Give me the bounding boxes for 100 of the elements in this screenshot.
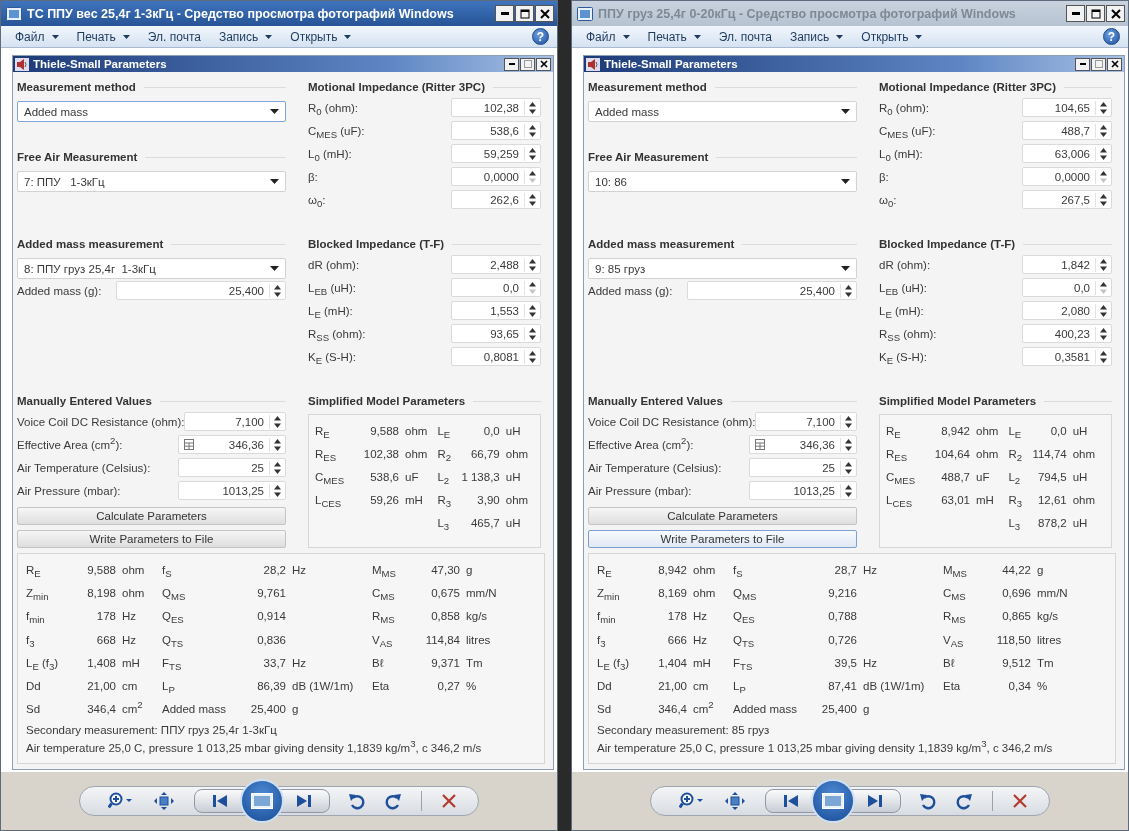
rotate-left-icon[interactable] <box>920 792 937 811</box>
action-button[interactable]: Calculate Parameters <box>588 507 857 525</box>
minimize-button[interactable] <box>1075 57 1090 71</box>
parameter-unit: mH <box>693 656 712 669</box>
field-label: ω$_{0}$: <box>879 192 898 208</box>
spin-field[interactable]: 2,488 <box>451 255 541 274</box>
parameter-unit: ohm <box>976 424 999 437</box>
minimize-button[interactable] <box>495 5 514 22</box>
calculator-icon[interactable] <box>755 439 765 450</box>
dropdown[interactable]: 10: 86 <box>588 171 857 192</box>
zoom-in-icon[interactable] <box>108 792 134 811</box>
parameter-value: 0,726 <box>827 633 857 646</box>
spin-field[interactable]: 2,080 <box>1022 301 1112 320</box>
spin-field[interactable]: 0,0000 <box>451 167 541 186</box>
spin-field[interactable]: 262,6 <box>451 190 541 209</box>
menu-item[interactable]: Эл. почта <box>143 29 205 44</box>
spin-field[interactable]: 1013,25 <box>178 481 286 500</box>
close-button[interactable] <box>536 57 551 71</box>
spin-field[interactable]: 538,6 <box>451 121 541 140</box>
delete-icon[interactable] <box>441 794 456 809</box>
parameter-value: 0,914 <box>256 610 286 623</box>
previous-button[interactable] <box>193 789 246 814</box>
spin-field[interactable]: 488,7 <box>1022 121 1112 140</box>
picture-icon <box>6 6 22 21</box>
dropdown[interactable]: 8: ППУ груз 25,4г 1-3кГц <box>17 258 286 279</box>
close-button[interactable] <box>1106 5 1125 22</box>
spin-field[interactable]: 267,5 <box>1022 190 1112 209</box>
maximize-button[interactable] <box>520 57 535 71</box>
zoom-in-icon[interactable] <box>679 792 705 811</box>
maximize-button[interactable] <box>515 5 534 22</box>
minimize-button[interactable] <box>504 57 519 71</box>
spin-field[interactable]: 25 <box>749 458 857 477</box>
spin-field[interactable]: 25 <box>178 458 286 477</box>
spin-field[interactable]: 0,3581 <box>1022 347 1112 366</box>
spin-field[interactable]: 1013,25 <box>749 481 857 500</box>
spin-field[interactable]: 25,400 <box>116 281 286 300</box>
spin-field[interactable]: 63,006 <box>1022 144 1112 163</box>
maximize-button[interactable] <box>1086 5 1105 22</box>
menu-item[interactable]: Файл <box>582 29 634 44</box>
parameter-unit: litres <box>1037 633 1063 646</box>
field-label: Air Temperature (Celsius): <box>588 460 723 476</box>
action-button[interactable]: Calculate Parameters <box>17 507 286 525</box>
menu-item[interactable]: Эл. почта <box>714 29 776 44</box>
parameter-symbol: L$_{E}$ (f$_{3}$) <box>597 655 631 671</box>
close-button[interactable] <box>535 5 554 22</box>
spin-field[interactable]: 346,36 <box>749 435 857 454</box>
dropdown[interactable]: Added mass <box>17 101 286 122</box>
parameter-unit: Hz <box>693 633 709 646</box>
menu-item[interactable]: Печать <box>643 29 705 44</box>
spin-field[interactable]: 104,65 <box>1022 98 1112 117</box>
spin-field[interactable]: 0,0000 <box>1022 167 1112 186</box>
spin-field[interactable]: 1,553 <box>451 301 541 320</box>
fit-window-icon[interactable] <box>724 792 745 811</box>
spin-field[interactable]: 346,36 <box>178 435 286 454</box>
calculator-icon[interactable] <box>184 439 194 450</box>
parameter-value: 878,2 <box>1036 516 1067 529</box>
menu-item[interactable]: Запись <box>214 29 277 44</box>
dropdown[interactable]: 7: ППУ 1-3кГц <box>17 171 286 192</box>
spin-field[interactable]: 102,38 <box>451 98 541 117</box>
action-button[interactable]: Write Parameters to File <box>17 530 286 548</box>
menu-item[interactable]: Запись <box>785 29 848 44</box>
picture-icon <box>577 6 593 21</box>
rotate-right-icon[interactable] <box>385 792 402 811</box>
parameter-unit: litres <box>466 633 492 646</box>
spin-field[interactable]: 7,100 <box>755 412 857 431</box>
maximize-button[interactable] <box>1091 57 1106 71</box>
parameter-symbol: R$_{MS}$ <box>372 609 396 625</box>
action-button[interactable]: Write Parameters to File <box>588 530 857 548</box>
parameter-unit: uH <box>1072 424 1089 437</box>
menu-item[interactable]: Печать <box>72 29 134 44</box>
parameter-symbol: Added mass <box>162 702 226 718</box>
rotate-left-icon[interactable] <box>349 792 366 811</box>
rotate-right-icon[interactable] <box>956 792 973 811</box>
spin-field[interactable]: 0,0 <box>1022 278 1112 297</box>
spin-field[interactable]: 7,100 <box>184 412 286 431</box>
parameter-symbol: L$_{P}$ <box>162 679 176 695</box>
menu-item[interactable]: Открыть <box>857 29 927 44</box>
parameter-symbol: R$_{E}$ <box>886 423 902 439</box>
section-heading: Free Air Measurement <box>17 151 138 163</box>
fit-window-icon[interactable] <box>153 792 174 811</box>
spin-field[interactable]: 59,259 <box>451 144 541 163</box>
parameter-unit: uH <box>505 516 522 529</box>
help-button[interactable]: ? <box>532 28 549 45</box>
delete-icon[interactable] <box>1012 794 1027 809</box>
previous-button[interactable] <box>764 789 817 814</box>
parameter-symbol: R$_{3}$ <box>437 492 452 508</box>
menu-item[interactable]: Открыть <box>286 29 356 44</box>
minimize-button[interactable] <box>1066 5 1085 22</box>
parameter-value: 8,198 <box>86 586 116 599</box>
dropdown[interactable]: Added mass <box>588 101 857 122</box>
menu-item[interactable]: Файл <box>11 29 63 44</box>
dropdown[interactable]: 9: 85 груз <box>588 258 857 279</box>
spin-field[interactable]: 400,23 <box>1022 324 1112 343</box>
spin-field[interactable]: 93,65 <box>451 324 541 343</box>
spin-field[interactable]: 25,400 <box>687 281 857 300</box>
spin-field[interactable]: 0,0 <box>451 278 541 297</box>
spin-field[interactable]: 0,8081 <box>451 347 541 366</box>
close-button[interactable] <box>1107 57 1122 71</box>
parameter-value: 86,39 <box>256 680 286 693</box>
spin-field[interactable]: 1,842 <box>1022 255 1112 274</box>
